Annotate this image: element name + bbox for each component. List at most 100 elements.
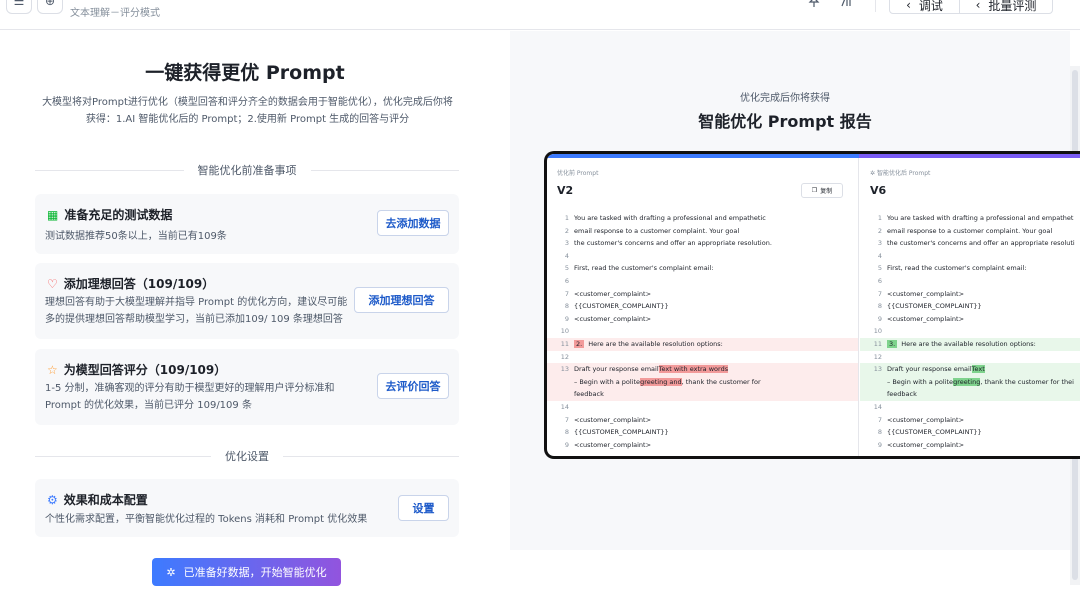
code-text: email response to a customer complaint. …	[887, 226, 1053, 235]
add-ideal-answer-button[interactable]: 添加理想回答	[354, 287, 449, 313]
before-pane: 优化前 Prompt V2 ❐ 复制 1 You are tasked with …	[547, 158, 859, 456]
code-text: {{CUSTOMER_COMPLAINT}}	[887, 302, 982, 311]
code-text: – Begin with a polite	[574, 377, 641, 386]
heart-icon: ♡	[47, 276, 58, 291]
line-number: 7	[564, 415, 569, 424]
pin-icon[interactable]	[808, 0, 820, 12]
page-subtitle: 文本理解－评分模式	[70, 8, 160, 19]
rate-answer-button[interactable]: 去评价回答	[377, 373, 449, 399]
code-line: 9 <customer_complaint>	[860, 313, 1080, 326]
card-desc: 个性化需求配置，平衡智能优化过程的 Tokens 消耗和 Prompt 优化效果	[45, 514, 368, 525]
diff-number: 3.	[887, 339, 898, 348]
code-line: 8 {{CUSTOMER_COMPLAINT}}	[860, 426, 1080, 439]
code-text: Draft your response email	[574, 365, 659, 374]
line-number: 8	[877, 428, 882, 437]
code-line: 9 <customer_complaint>	[547, 313, 858, 326]
code-text: <customer_complaint>	[887, 314, 965, 323]
line-number: 13	[873, 365, 882, 374]
add-button[interactable]: ⊕	[37, 0, 63, 14]
code-line: 12	[860, 351, 1080, 364]
diff-highlight: greeting	[953, 377, 981, 386]
report-subtitle: 优化完成后你将获得	[740, 93, 830, 104]
line-number: 13	[560, 365, 569, 374]
code-text: <customer_complaint>	[574, 440, 652, 449]
add-data-button[interactable]: 去添加数据	[377, 210, 449, 236]
line-number: 9	[564, 440, 569, 449]
code-text: {{CUSTOMER_COMPLAINT}}	[574, 302, 669, 311]
code-line: 14	[547, 401, 858, 414]
before-version: V2	[557, 184, 574, 197]
code-line: 6	[547, 275, 858, 288]
code-text: – Begin with a polite	[887, 377, 954, 386]
line-number: 7	[877, 415, 882, 424]
code-line: 9 <customer_complaint>	[547, 439, 858, 452]
line-number: 11	[873, 339, 882, 348]
code-text: {{CUSTOMER_COMPLAINT}}	[574, 428, 669, 437]
page-title: 一键获得更优 Prompt	[145, 62, 345, 84]
code-line: 7 <customer_complaint>	[547, 288, 858, 301]
line-number: 6	[877, 276, 882, 285]
code-text: <customer_complaint>	[574, 289, 652, 298]
line-number: 3	[564, 239, 569, 248]
line-number: 2	[564, 226, 569, 235]
prep-section-divider: 智能优化前准备事项	[35, 163, 459, 177]
diff-highlight: Text	[971, 365, 985, 374]
copy-icon: ❐	[811, 187, 818, 194]
menu-button[interactable]: ☰	[6, 0, 32, 14]
after-label: ✲ 智能优化后 Prompt	[870, 170, 931, 177]
table-icon: ▦	[47, 207, 59, 222]
code-text: Draft your response email	[887, 365, 972, 374]
code-line: feedback	[547, 388, 858, 401]
line-number: 10	[873, 327, 882, 336]
intro-text: 大模型将对Prompt进行优化（模型回答和评分齐全的数据会用于智能优化），优化完…	[42, 97, 453, 125]
line-number: 9	[564, 314, 569, 323]
report-title: 智能优化 Prompt 报告	[698, 112, 872, 131]
code-line: 2 email response to a customer complaint.…	[860, 225, 1080, 238]
plus-circle-icon: ⊕	[44, 0, 56, 8]
settings-button[interactable]: 设置	[398, 495, 449, 521]
sparkle-icon: ✲	[166, 565, 176, 579]
code-line: 4	[860, 250, 1080, 263]
copy-button[interactable]: ❐ 复制	[801, 183, 843, 198]
line-number: 9	[877, 314, 882, 323]
code-line: 3 the customer's concerns and offer an ap…	[860, 237, 1080, 250]
prepare-panel: 一键获得更优 Prompt 大模型将对Prompt进行优化（模型回答和评分齐全的…	[0, 31, 490, 589]
card-title: 为模型回答评分（109/109）	[63, 363, 227, 377]
line-number: 10	[560, 327, 569, 336]
before-label: 优化前 Prompt	[557, 170, 599, 177]
cost-config-card: ⚙ 效果和成本配置 个性化需求配置，平衡智能优化过程的 Tokens 消耗和 P…	[35, 479, 459, 537]
line-number: 7	[877, 289, 882, 298]
code-line: – Begin with a politegreeting, thank the…	[860, 375, 1080, 389]
code-line: 8 {{CUSTOMER_COMPLAINT}}	[547, 426, 858, 439]
code-line: 10	[860, 325, 1080, 338]
code-line: 11 3. Here are the available resolution op…	[860, 337, 1080, 351]
history-icon[interactable]	[840, 0, 854, 12]
code-line: 11 2. Here are the available resolution op…	[547, 337, 858, 351]
test-data-card: ▦ 准备充足的测试数据 测试数据推荐50条以上，当前已有109条 去添加数据	[35, 194, 459, 254]
line-number: 3	[877, 239, 882, 248]
chevron-left-icon: ‹	[906, 0, 911, 12]
code-text: the customer's concerns and offer an app…	[887, 239, 1075, 248]
code-text: First, read the customer's complaint ema…	[574, 264, 714, 273]
card-desc: 测试数据推荐50条以上，当前已有109条	[45, 231, 227, 242]
code-text: First, read the customer's complaint ema…	[887, 264, 1027, 273]
diff-highlight: Text with extra words	[658, 365, 729, 374]
chevron-left-icon: ‹	[975, 0, 981, 12]
line-number: 12	[873, 352, 882, 361]
batch-eval-button[interactable]: ‹ 批量评测	[959, 0, 1053, 14]
after-pane: ✲ 智能优化后 Prompt V6 1 You are tasked with d…	[860, 158, 1080, 456]
debug-button[interactable]: ‹ 调试	[889, 0, 960, 14]
line-number: 12	[560, 352, 569, 361]
sparkle-icon: ✲	[870, 170, 877, 177]
start-optimize-button[interactable]: ✲ 已准备好数据，开始智能优化	[152, 558, 341, 586]
star-icon: ☆	[47, 362, 58, 377]
line-number: 14	[873, 402, 882, 411]
code-line: – Begin with a politegreeting and, thank…	[547, 375, 858, 389]
settings-section-divider: 优化设置	[35, 449, 459, 463]
code-text: Here are the available resolution option…	[901, 339, 1036, 348]
card-title: 效果和成本配置	[63, 493, 148, 507]
after-code: 1 You are tasked with drafting a professi…	[860, 212, 1080, 451]
toolbar-divider	[875, 0, 876, 12]
code-text: Here are the available resolution option…	[588, 339, 723, 348]
code-line: 7 <customer_complaint>	[860, 414, 1080, 427]
